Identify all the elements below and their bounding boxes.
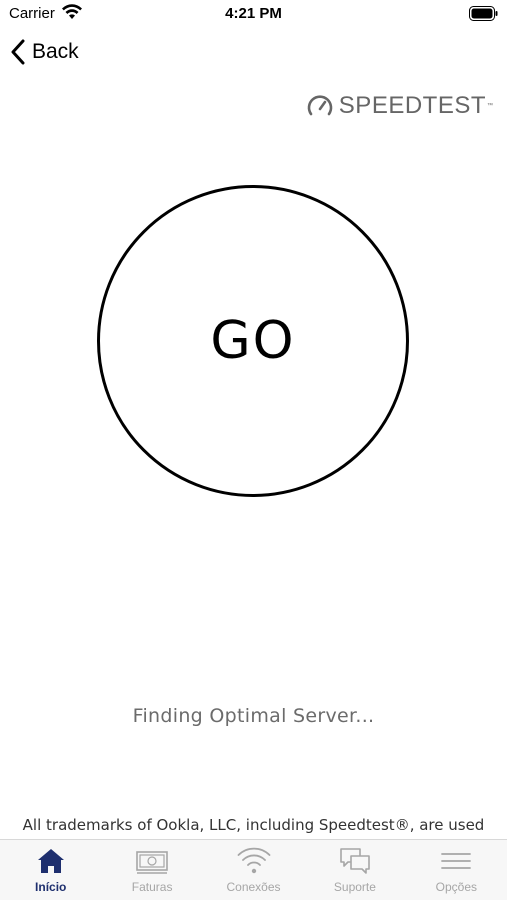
tab-label: Faturas	[131, 880, 173, 894]
battery-icon	[469, 6, 498, 21]
tab-label: Opções	[435, 880, 477, 894]
tab-label: Suporte	[333, 880, 376, 894]
speedtest-logo: SPEEDTEST ™	[307, 92, 493, 120]
menu-icon	[441, 853, 472, 869]
chat-icon	[340, 848, 370, 874]
back-button[interactable]: Back	[10, 36, 79, 68]
tab-inicio[interactable]: Início	[0, 840, 101, 900]
go-label: GO	[210, 311, 296, 371]
status-bar: Carrier 4:21 PM	[0, 0, 507, 30]
tab-conexoes[interactable]: Conexões	[203, 840, 304, 900]
tab-faturas[interactable]: Faturas	[101, 840, 202, 900]
home-icon	[37, 849, 64, 873]
logo-trademark: ™	[487, 103, 493, 109]
back-label: Back	[32, 40, 79, 63]
tab-bar: Início Faturas Conexões Suporte Opções	[0, 839, 507, 900]
status-time: 4:21 PM	[225, 5, 282, 22]
status-text: Finding Optimal Server...	[132, 705, 375, 727]
tab-label: Conexões	[226, 880, 281, 894]
tab-label: Início	[35, 880, 67, 894]
wifi-icon	[237, 847, 270, 874]
tab-opcoes[interactable]: Opções	[406, 840, 507, 900]
logo-text: SPEEDTEST	[338, 92, 486, 119]
speedometer-icon	[307, 95, 333, 116]
trademark-notice: All trademarks of Ookla, LLC, including …	[22, 816, 485, 834]
chevron-left-icon	[11, 39, 25, 65]
tab-suporte[interactable]: Suporte	[304, 840, 405, 900]
invoice-icon	[136, 851, 168, 874]
go-button[interactable]: GO	[97, 185, 409, 497]
